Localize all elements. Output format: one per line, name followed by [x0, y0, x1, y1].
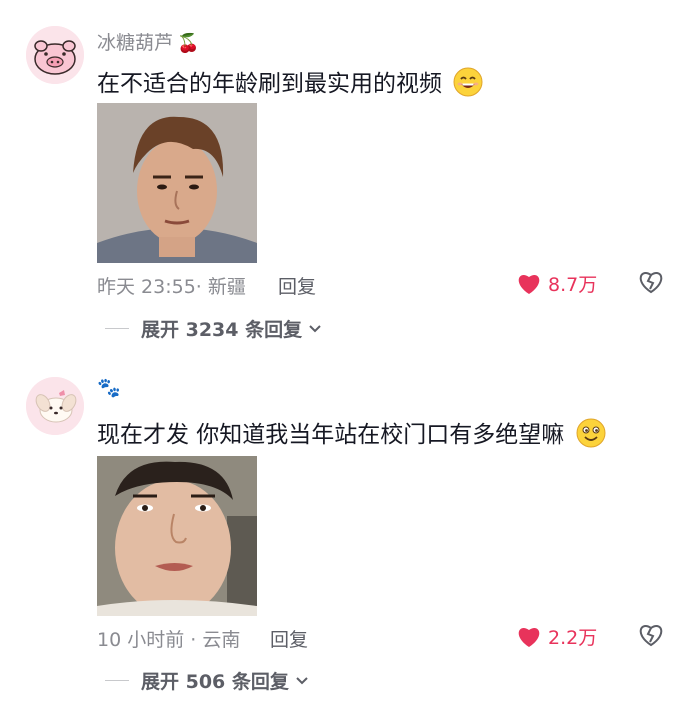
- like-count: 2.2万: [548, 627, 598, 649]
- comment-item: 🐾 现在才发 你知道我当年站在校门口有多绝望嘛 10 小时前 · 云南 回复 2…: [0, 350, 690, 720]
- user-avatar[interactable]: [26, 26, 84, 84]
- young-man-portrait-photo: [97, 456, 257, 616]
- comment-meta: 昨天 23:55· 新疆: [97, 272, 246, 299]
- heart-icon: [518, 627, 540, 647]
- cherry-icon: 🍒: [177, 33, 200, 54]
- username[interactable]: 🐾: [97, 376, 121, 399]
- username[interactable]: 冰糖葫芦 🍒: [97, 28, 199, 55]
- man-portrait-photo: [97, 103, 257, 263]
- expand-replies-button[interactable]: 展开 506 条回复: [105, 667, 309, 694]
- comment-image[interactable]: [97, 456, 257, 616]
- meta-dot: ·: [195, 276, 208, 298]
- comment-text-content: 现在才发 你知道我当年站在校门口有多绝望嘛: [97, 422, 565, 448]
- heart-icon: [518, 274, 540, 294]
- comment-text-content: 在不适合的年龄刷到最实用的视频: [97, 71, 442, 97]
- meta-dot: ·: [184, 629, 203, 651]
- like-button[interactable]: 2.2万: [516, 623, 597, 650]
- username-text: 冰糖葫芦: [97, 32, 174, 54]
- chevron-down-icon: [296, 676, 308, 684]
- comment-image[interactable]: [97, 103, 257, 263]
- reply-button[interactable]: 回复: [270, 625, 308, 652]
- paw-icon: 🐾: [97, 377, 121, 399]
- comment-time: 昨天 23:55: [97, 276, 196, 298]
- comment-location: 云南: [202, 629, 241, 651]
- comment-meta: 10 小时前 · 云南: [97, 625, 240, 652]
- grin-emoji-icon: [453, 67, 483, 103]
- divider-line: [105, 328, 129, 329]
- chevron-down-icon: [309, 324, 321, 332]
- reply-button[interactable]: 回复: [278, 272, 316, 299]
- pig-avatar-icon: [26, 26, 84, 84]
- user-avatar[interactable]: [26, 377, 84, 435]
- comment-text: 在不适合的年龄刷到最实用的视频: [97, 64, 483, 103]
- broken-heart-icon: [639, 625, 663, 647]
- comment-text: 现在才发 你知道我当年站在校门口有多绝望嘛: [97, 415, 606, 454]
- broken-heart-icon: [639, 272, 663, 294]
- comment-time: 10 小时前: [97, 629, 185, 651]
- expand-label: 展开 506 条回复: [141, 671, 289, 693]
- smile-emoji-icon: [576, 418, 606, 454]
- comment-location: 新疆: [207, 276, 246, 298]
- comment-item: 冰糖葫芦 🍒 在不适合的年龄刷到最实用的视频 昨天 23:55· 新疆 回复 8…: [0, 0, 690, 350]
- dislike-button[interactable]: [638, 270, 664, 298]
- puppy-avatar-icon: [26, 377, 84, 435]
- divider-line: [105, 680, 129, 681]
- expand-label: 展开 3234 条回复: [141, 319, 303, 341]
- dislike-button[interactable]: [638, 623, 664, 651]
- like-button[interactable]: 8.7万: [516, 270, 597, 297]
- like-count: 8.7万: [548, 274, 598, 296]
- expand-replies-button[interactable]: 展开 3234 条回复: [105, 315, 322, 342]
